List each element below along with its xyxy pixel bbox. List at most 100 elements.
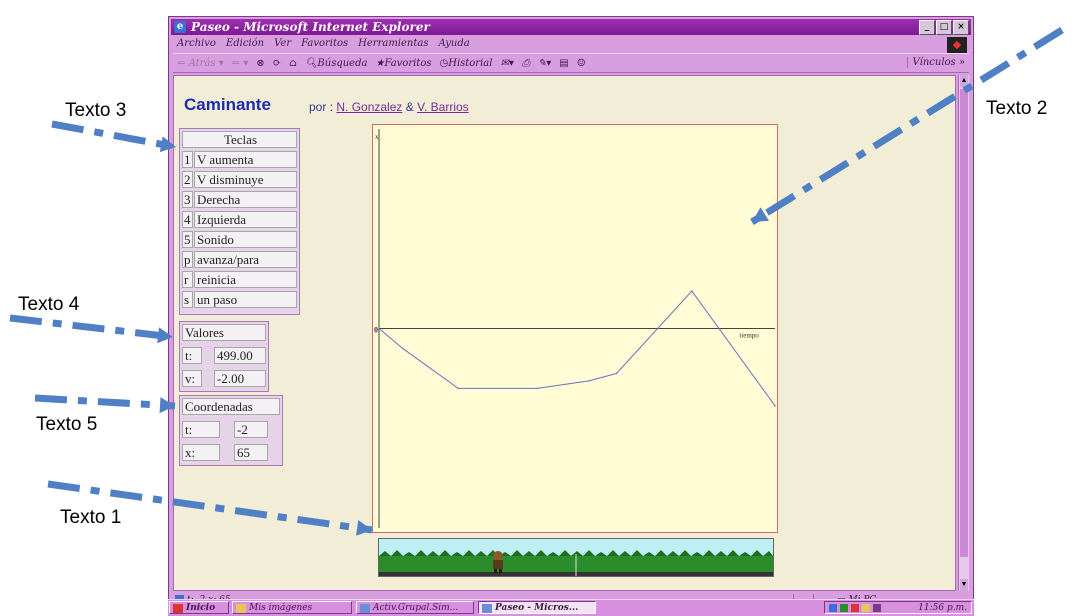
task-activ-grupal[interactable]: Activ.Grupal.Sim...: [356, 601, 474, 614]
alert-icon[interactable]: [851, 604, 859, 612]
data-point: [691, 290, 693, 292]
plot-area[interactable]: x tiempo 0: [372, 124, 778, 533]
vertical-scrollbar[interactable]: ▲ ▼: [958, 75, 969, 591]
coord-t-label: t:: [182, 421, 220, 438]
menu-herramientas[interactable]: Herramientas: [358, 36, 428, 52]
favorites-button[interactable]: ★Favoritos: [375, 58, 431, 69]
key-action: V aumenta: [194, 151, 297, 168]
window-controls: _ □ ×: [919, 20, 969, 35]
author-link-gonzalez[interactable]: N. Gonzalez: [336, 100, 402, 114]
history-button[interactable]: ◷Historial: [439, 58, 492, 69]
data-point: [378, 327, 380, 330]
document-icon: [360, 604, 370, 613]
clock: 11:56 p.m.: [918, 603, 967, 613]
menu-favoritos[interactable]: Favoritos: [301, 36, 348, 52]
data-point: [401, 347, 404, 350]
keys-panel: Teclas 1V aumenta 2 V disminuye 3 Derecha 4 Iz…: [179, 128, 300, 315]
page-viewport: Caminante por : N. Gonzalez & V. Barrios…: [173, 75, 956, 591]
x-axis-label: tiempo: [739, 332, 759, 340]
scroll-down-icon[interactable]: ▼: [960, 579, 968, 591]
windows-flag-icon: [173, 604, 183, 613]
key-action: un paso: [194, 291, 297, 308]
v-label: v:: [182, 370, 202, 387]
coord-t-value: -2: [234, 421, 268, 438]
history-label: Historial: [448, 57, 493, 69]
data-point: [615, 372, 618, 375]
ie-icon: e: [174, 21, 186, 33]
t-value: 499.00: [214, 347, 266, 364]
annotation-texto-5: Texto 5: [36, 414, 98, 435]
folder-icon: [236, 604, 246, 613]
print-icon[interactable]: ⎙: [522, 58, 530, 69]
annotation-texto-3: Texto 3: [65, 100, 127, 121]
search-button[interactable]: 🔍︎Búsqueda: [305, 58, 368, 69]
coordinates-panel: Coordenadas t: -2 x: 65: [179, 395, 283, 466]
arrow-texto-5: [34, 394, 176, 410]
maximize-icon[interactable]: □: [936, 20, 952, 35]
start-button[interactable]: Inicio: [169, 601, 229, 614]
browser-window: e Paseo - Microsoft Internet Explorer _ …: [168, 16, 974, 615]
key-action: Sonido: [194, 231, 297, 248]
key-3: 3: [182, 191, 193, 208]
favorites-label: Favoritos: [384, 57, 432, 69]
antivirus-icon[interactable]: [840, 604, 848, 612]
menu-bar: Archivo Edición Ver Favoritos Herramient…: [177, 36, 470, 52]
stop-icon[interactable]: ⊗: [256, 58, 264, 69]
back-label: Atrás: [188, 57, 216, 69]
scroll-up-icon[interactable]: ▲: [960, 75, 968, 87]
key-1: 1: [182, 151, 193, 168]
origin-label: 0: [374, 326, 378, 335]
window-title: Paseo - Microsoft Internet Explorer: [191, 20, 430, 34]
key-p: p: [182, 251, 193, 268]
coord-x-value: 65: [234, 444, 268, 461]
forward-button[interactable]: ⇒ ▾: [232, 58, 249, 69]
ie-icon: [482, 604, 492, 613]
menu-ver[interactable]: Ver: [274, 36, 291, 52]
network-icon[interactable]: [829, 604, 837, 612]
task-mis-imagenes[interactable]: Mis imágenes: [232, 601, 352, 614]
key-r: r: [182, 271, 193, 288]
keys-header: Teclas: [182, 131, 297, 148]
links-button[interactable]: Vínculos »: [907, 57, 965, 68]
edit-icon[interactable]: ✎▾: [538, 58, 551, 69]
author-link-barrios[interactable]: V. Barrios: [417, 100, 469, 114]
volume-icon[interactable]: [862, 604, 870, 612]
annotation-texto-1: Texto 1: [60, 507, 122, 528]
key-2: 2: [182, 171, 193, 188]
title-bar[interactable]: e Paseo - Microsoft Internet Explorer _ …: [171, 19, 971, 35]
messenger-tray-icon[interactable]: [873, 604, 881, 612]
taskbar: Inicio Mis imágenes Activ.Grupal.Sim... …: [168, 599, 974, 616]
values-panel: Valores t: 499.00 v: -2.00: [179, 321, 269, 392]
menu-ayuda[interactable]: Ayuda: [438, 36, 469, 52]
scroll-thumb[interactable]: [960, 89, 968, 557]
values-header: Valores: [182, 324, 266, 341]
key-action: Derecha: [194, 191, 297, 208]
data-point: [588, 380, 590, 382]
task-label: Mis imágenes: [249, 603, 313, 613]
task-label: Activ.Grupal.Sim...: [373, 603, 459, 613]
key-5: 5: [182, 231, 193, 248]
minimize-icon[interactable]: _: [919, 20, 935, 35]
refresh-icon[interactable]: ⟳: [273, 58, 281, 69]
mail-icon[interactable]: ✉▾: [500, 58, 513, 69]
key-action: V disminuye: [194, 171, 297, 188]
close-icon[interactable]: ×: [953, 20, 969, 35]
task-label: Paseo - Micros...: [495, 603, 579, 613]
annotation-texto-4: Texto 4: [18, 294, 80, 315]
back-button[interactable]: ⇐ Atrás ▾: [177, 58, 224, 69]
v-value: -2.00: [214, 370, 266, 387]
arrow-texto-3: [51, 120, 177, 151]
walker-track-svg: [379, 550, 773, 576]
task-paseo[interactable]: Paseo - Micros...: [478, 601, 596, 614]
ampersand: &: [405, 100, 414, 114]
search-label: Búsqueda: [317, 57, 368, 69]
discuss-icon[interactable]: ▤: [559, 58, 568, 69]
key-action: avanza/para: [194, 251, 297, 268]
walker-track[interactable]: [378, 538, 774, 577]
windows-logo-icon: ◆: [947, 37, 967, 54]
menu-edicion[interactable]: Edición: [226, 36, 264, 52]
messenger-icon[interactable]: ☺: [577, 58, 586, 69]
plot-svg: x tiempo 0: [374, 129, 776, 528]
home-icon[interactable]: ⌂: [289, 58, 297, 69]
menu-archivo[interactable]: Archivo: [177, 36, 216, 52]
